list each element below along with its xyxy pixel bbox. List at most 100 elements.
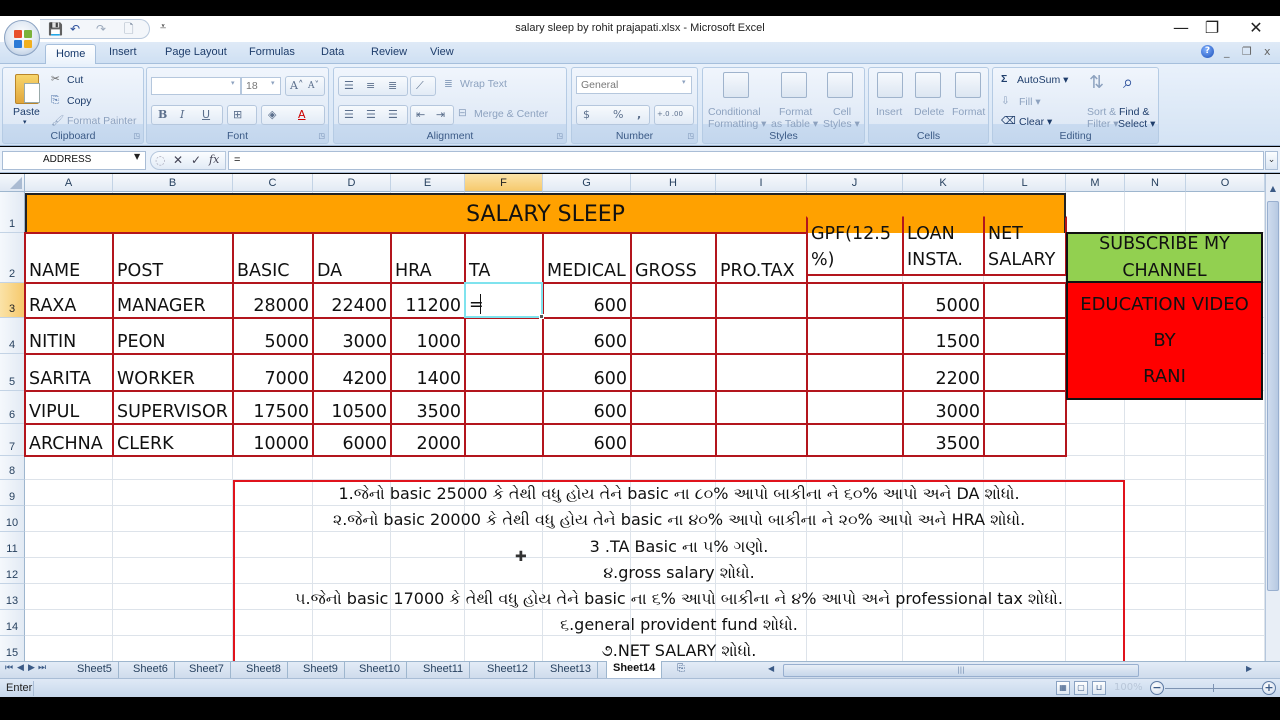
cell-styles-button[interactable]: Cell xyxy=(833,106,851,118)
confirm-entry-button[interactable]: ✓ xyxy=(191,153,201,167)
cell-name[interactable]: ARCHNA xyxy=(24,423,114,457)
tab-insert[interactable]: Insert xyxy=(109,46,137,58)
cell-pro-tax[interactable] xyxy=(715,353,808,392)
cell-net[interactable] xyxy=(983,423,1067,457)
conditional-formatting-button-2[interactable]: Formatting ▾ xyxy=(708,118,766,130)
column-header-m[interactable]: M xyxy=(1066,174,1125,192)
subscribe-banner[interactable]: SUBSCRIBE MY CHANNEL xyxy=(1066,232,1263,283)
row-header-6[interactable]: 6 xyxy=(0,391,25,424)
row-header-12[interactable]: 12 xyxy=(0,558,25,584)
comma-button[interactable]: , xyxy=(637,108,641,121)
header-cell-da[interactable]: DA xyxy=(312,232,392,284)
cell-gpf[interactable] xyxy=(806,317,904,355)
cell-gpf[interactable] xyxy=(806,353,904,392)
paste-button[interactable]: Paste xyxy=(13,106,40,118)
cell-da[interactable]: 3000 xyxy=(312,317,392,355)
cell-gross[interactable] xyxy=(630,317,717,355)
column-header-a[interactable]: A xyxy=(25,174,113,192)
cell-ta[interactable] xyxy=(464,390,544,425)
cell-ta[interactable] xyxy=(464,317,544,355)
doc-restore-button[interactable]: ❐ xyxy=(1242,45,1252,58)
cell-loan[interactable]: 1500 xyxy=(902,317,985,355)
delete-cells-button[interactable]: Delete xyxy=(914,106,944,118)
cell-net[interactable] xyxy=(983,353,1067,392)
scroll-left-icon[interactable]: ◀ xyxy=(768,664,774,673)
sheet-tab-sheet11[interactable]: Sheet11 xyxy=(417,662,471,678)
zoom-slider-thumb[interactable] xyxy=(1213,684,1214,692)
sheet-tab-sheet5[interactable]: Sheet5 xyxy=(71,662,119,678)
header-cell-post[interactable]: POST xyxy=(112,232,234,284)
column-header-h[interactable]: H xyxy=(631,174,716,192)
cell-ta[interactable] xyxy=(464,423,544,457)
row-header-13[interactable]: 13 xyxy=(0,584,25,610)
office-button[interactable] xyxy=(4,20,40,56)
cell-gpf[interactable] xyxy=(806,390,904,425)
instruction-1[interactable]: 1.જેનો basic 25000 કે તેથી વધુ હોય તેને … xyxy=(235,484,1123,504)
increase-indent-icon[interactable]: ⇥ xyxy=(436,108,445,121)
grow-font-icon[interactable]: A˄ xyxy=(290,79,303,92)
normal-view-button[interactable]: ▦ xyxy=(1056,681,1070,695)
format-as-table-button-2[interactable]: as Table ▾ xyxy=(771,118,818,130)
doc-close-button[interactable]: x xyxy=(1264,45,1271,58)
close-button[interactable]: ✕ xyxy=(1241,18,1271,37)
cell-styles-button-2[interactable]: Styles ▾ xyxy=(823,118,860,130)
cell-net[interactable] xyxy=(983,317,1067,355)
cell-da[interactable]: 10500 xyxy=(312,390,392,425)
cell-hra[interactable]: 2000 xyxy=(390,423,466,457)
cell-basic[interactable]: 17500 xyxy=(232,390,314,425)
vertical-scroll-thumb[interactable] xyxy=(1267,201,1279,591)
bold-button[interactable]: B xyxy=(158,108,167,121)
cell-gpf[interactable] xyxy=(806,282,904,319)
column-header-j[interactable]: J xyxy=(807,174,903,192)
select-all-button[interactable] xyxy=(0,174,25,192)
fill-color-icon[interactable]: ◈ xyxy=(268,108,276,121)
sheet-tab-sheet6[interactable]: Sheet6 xyxy=(127,662,175,678)
cell-post[interactable]: WORKER xyxy=(112,353,234,392)
find-select-button-2[interactable]: Select ▾ xyxy=(1118,118,1155,130)
find-select-button[interactable]: Find & xyxy=(1119,106,1149,118)
font-color-icon[interactable]: A xyxy=(298,108,306,121)
font-name-dropdown-icon[interactable]: ▾ xyxy=(231,79,235,87)
percent-button[interactable]: % xyxy=(613,108,623,121)
row-header-7[interactable]: 7 xyxy=(0,424,25,456)
cell-medical[interactable]: 600 xyxy=(542,317,632,355)
cell-gross[interactable] xyxy=(630,390,717,425)
align-top-icon[interactable]: ☰ xyxy=(344,79,354,92)
header-cell-hra[interactable]: HRA xyxy=(390,232,466,284)
cell-basic[interactable]: 7000 xyxy=(232,353,314,392)
education-banner[interactable]: EDUCATION VIDEO BY RANI xyxy=(1066,283,1263,400)
font-launcher-icon[interactable]: ◳ xyxy=(318,132,325,140)
zoom-level[interactable]: 100% xyxy=(1114,682,1143,693)
cell-net[interactable] xyxy=(983,282,1067,319)
doc-minimize-button[interactable]: _ xyxy=(1224,45,1230,58)
tab-page-layout[interactable]: Page Layout xyxy=(165,46,227,58)
row-header-3[interactable]: 3 xyxy=(0,283,25,318)
cell-name[interactable]: RAXA xyxy=(24,282,114,319)
header-cell-loan-insta[interactable]: LOAN INSTA. xyxy=(902,216,985,276)
cell-loan[interactable]: 2200 xyxy=(902,353,985,392)
cell-basic[interactable]: 10000 xyxy=(232,423,314,457)
row-header-1[interactable]: 1 xyxy=(0,192,25,233)
instruction-6[interactable]: ૬.general provident fund શોધો. xyxy=(235,615,1123,635)
first-sheet-button[interactable]: ⏮ xyxy=(5,663,13,673)
cell-pro-tax[interactable] xyxy=(715,282,808,319)
alignment-launcher-icon[interactable]: ◳ xyxy=(556,132,563,140)
format-cells-button[interactable]: Format xyxy=(952,106,985,118)
format-as-table-button[interactable]: Format xyxy=(779,106,812,118)
cell-basic[interactable]: 28000 xyxy=(232,282,314,319)
cell-pro-tax[interactable] xyxy=(715,423,808,457)
cell-post[interactable]: SUPERVISOR xyxy=(112,390,234,425)
sort-filter-button-2[interactable]: Filter ▾ xyxy=(1087,118,1119,130)
currency-button[interactable]: $ xyxy=(583,108,590,121)
cell-pro-tax[interactable] xyxy=(715,390,808,425)
header-cell-ta[interactable]: TA xyxy=(464,232,544,284)
decrease-indent-icon[interactable]: ⇤ xyxy=(416,108,425,121)
clipboard-launcher-icon[interactable]: ◳ xyxy=(133,132,140,140)
sort-filter-button[interactable]: Sort & xyxy=(1087,106,1116,118)
sheet-tab-sheet12[interactable]: Sheet12 xyxy=(481,662,535,678)
row-header-14[interactable]: 14 xyxy=(0,610,25,636)
vertical-scrollbar[interactable]: ▲ xyxy=(1265,174,1280,661)
active-cell-f3[interactable]: = xyxy=(464,282,543,318)
cell-basic[interactable]: 5000 xyxy=(232,317,314,355)
cell-da[interactable]: 4200 xyxy=(312,353,392,392)
